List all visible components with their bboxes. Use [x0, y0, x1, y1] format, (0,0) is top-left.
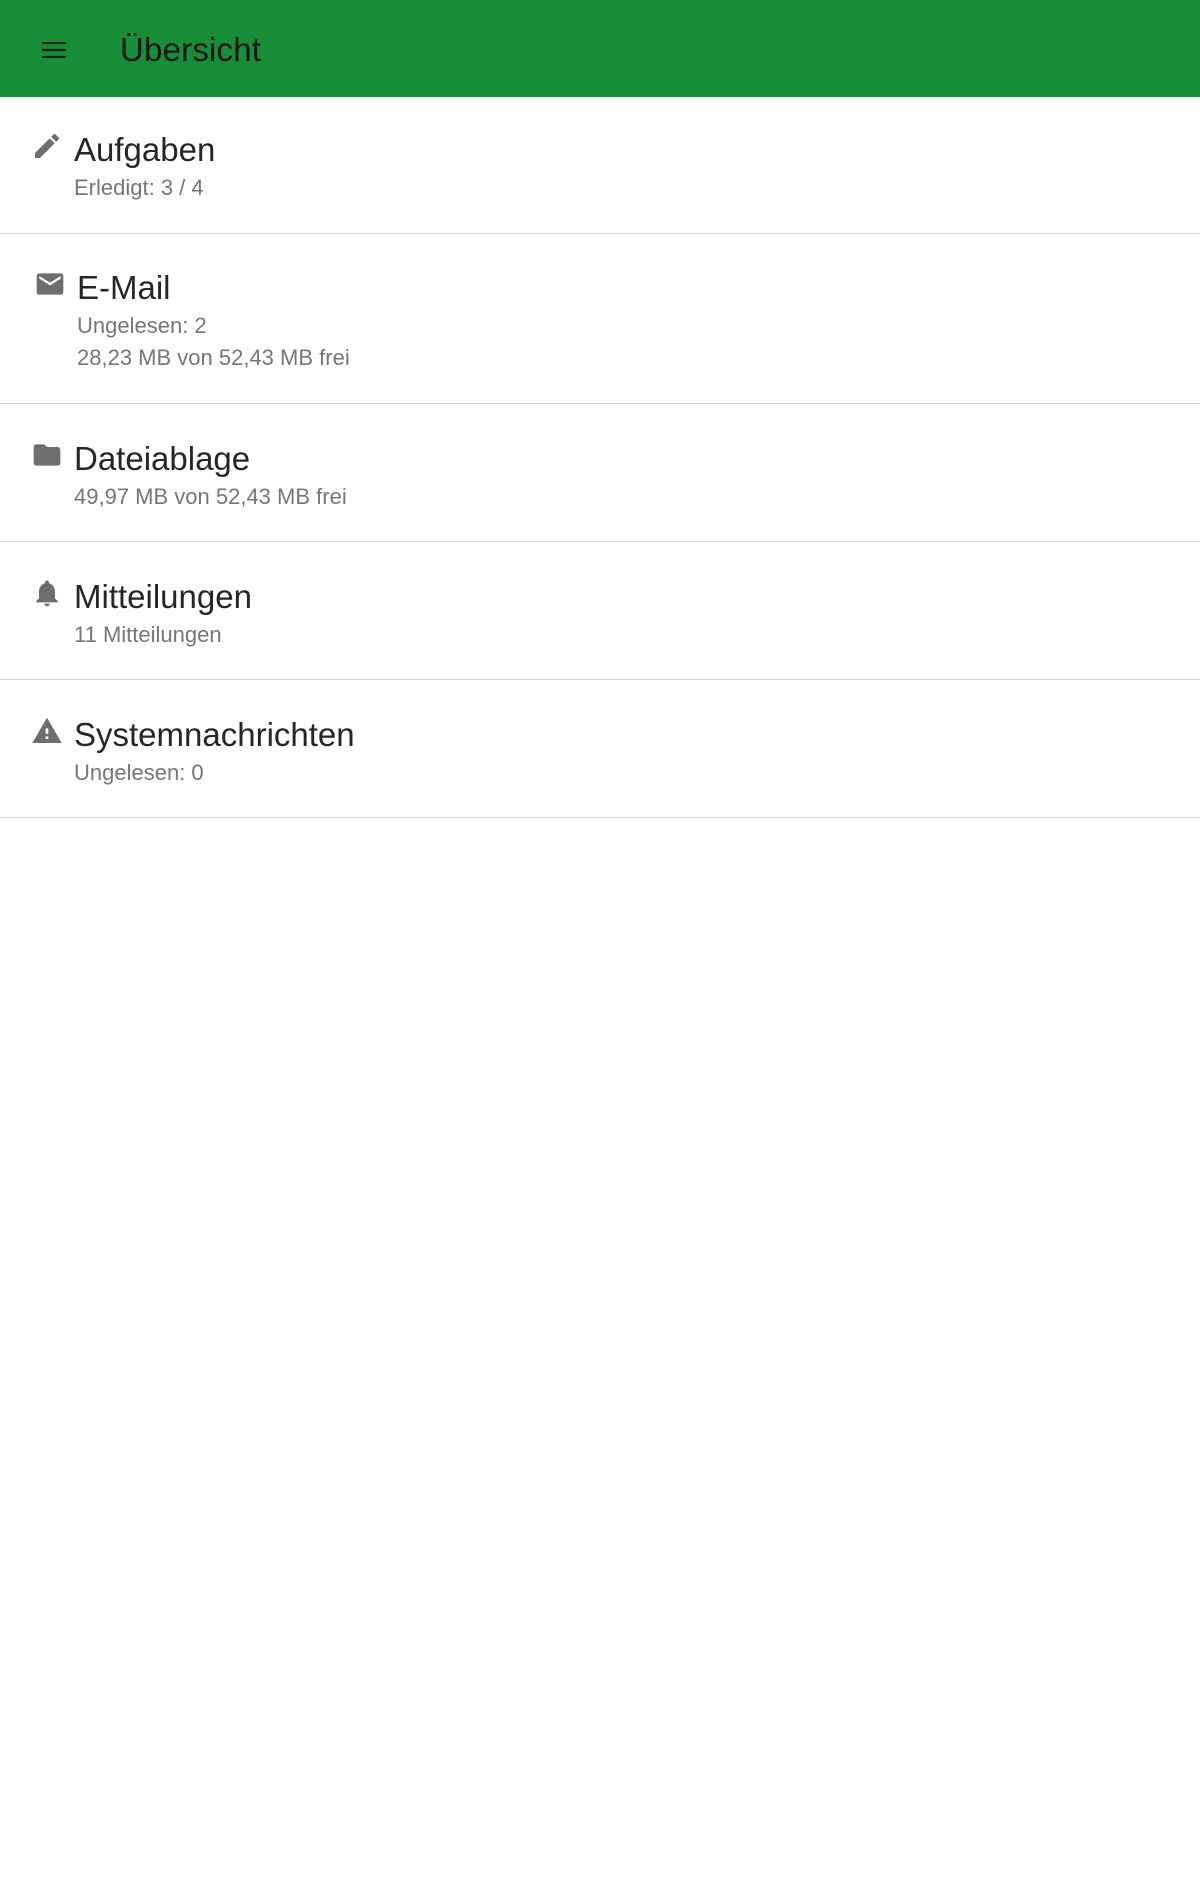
list-item-dateiablage[interactable]: Dateiablage 49,97 MB von 52,43 MB frei [0, 404, 1200, 542]
item-subtitle: Ungelesen: 0 [74, 760, 204, 785]
overview-screen: Übersicht Aufgaben Erledigt: 3 / 4 E-Mai… [0, 0, 1200, 1893]
item-subtitle: 11 Mitteilungen [74, 622, 222, 647]
item-subtitle: 49,97 MB von 52,43 MB frei [74, 484, 347, 509]
app-bar: Übersicht [0, 0, 1200, 97]
item-subtitle: Ungelesen: 2 [77, 313, 207, 338]
pencil-icon [31, 130, 63, 162]
warning-icon [31, 715, 63, 747]
list-item-systemnachrichten[interactable]: Systemnachrichten Ungelesen: 0 [0, 680, 1200, 818]
folder-icon [31, 439, 63, 471]
list-item-email[interactable]: E-Mail Ungelesen: 2 28,23 MB von 52,43 M… [0, 234, 1200, 404]
menu-icon [42, 42, 66, 58]
overview-list: Aufgaben Erledigt: 3 / 4 E-Mail Ungelese… [0, 97, 1200, 818]
item-title: Aufgaben [74, 131, 216, 168]
item-title: Dateiablage [74, 440, 251, 477]
item-storage-info: 28,23 MB von 52,43 MB frei [77, 345, 350, 370]
mail-icon [34, 268, 66, 300]
bell-icon [31, 577, 63, 609]
item-title: E-Mail [77, 269, 171, 306]
page-title: Übersicht [120, 31, 262, 68]
list-item-mitteilungen[interactable]: Mitteilungen 11 Mitteilungen [0, 542, 1200, 680]
list-item-aufgaben[interactable]: Aufgaben Erledigt: 3 / 4 [0, 97, 1200, 234]
item-title: Mitteilungen [74, 578, 252, 615]
item-title: Systemnachrichten [74, 716, 355, 753]
item-subtitle: Erledigt: 3 / 4 [74, 175, 204, 200]
menu-button[interactable] [28, 24, 80, 76]
